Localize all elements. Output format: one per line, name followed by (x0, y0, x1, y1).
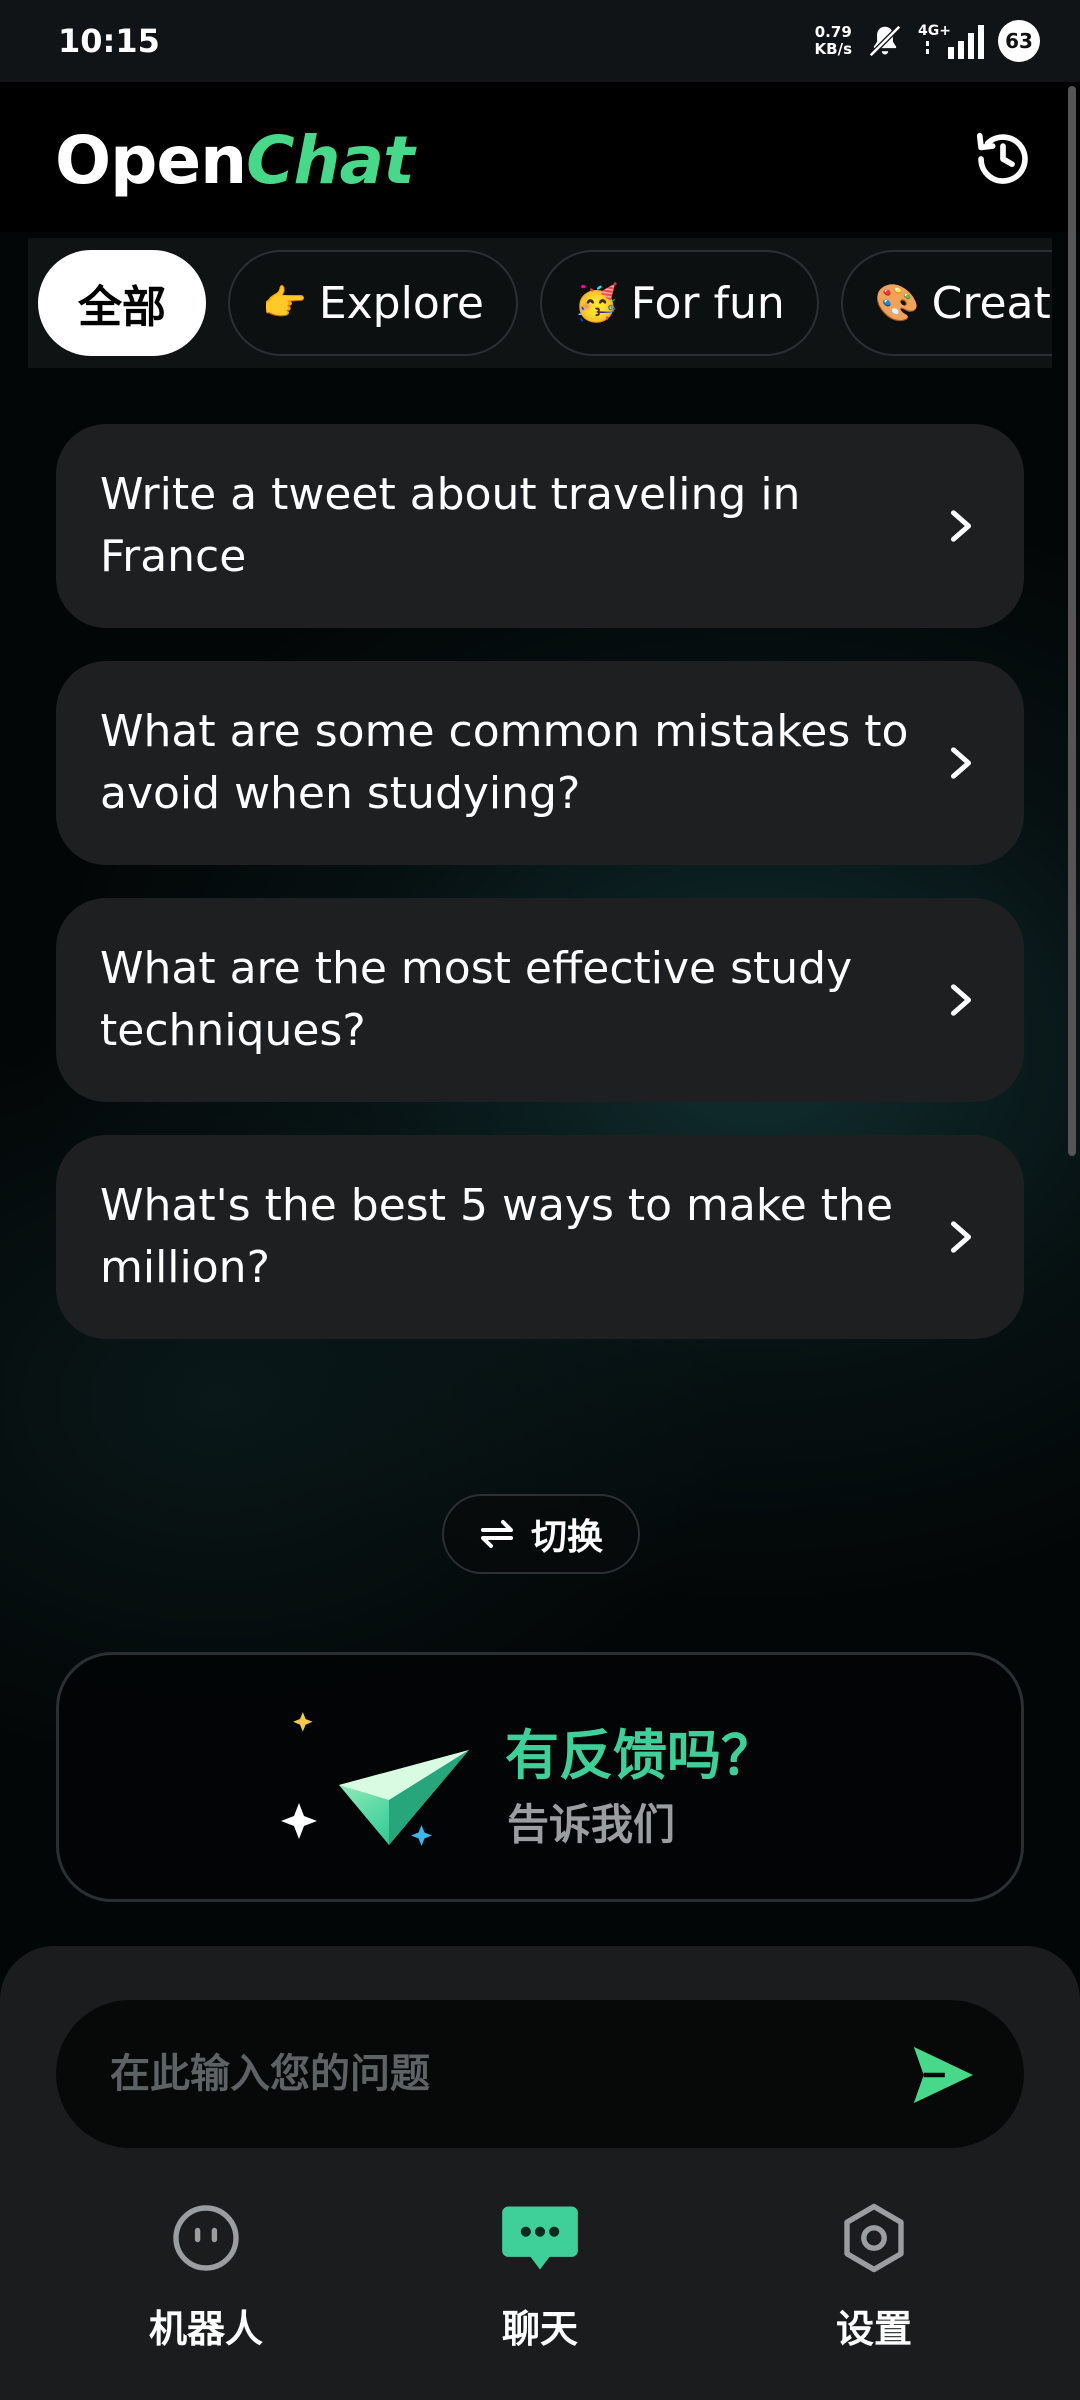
status-bar: 10:15 0.79 KB/s 4G+ 63 (0, 0, 1080, 82)
send-icon (913, 2046, 973, 2104)
switch-button[interactable]: 切换 (442, 1494, 640, 1574)
suggestion-text: What are the most effective study techni… (100, 943, 853, 1056)
logo-open: Open (55, 122, 247, 199)
suggestion-card[interactable]: What are the most effective study techni… (56, 898, 1024, 1102)
message-input-box (56, 2000, 1024, 2148)
chevron-right-icon (944, 509, 978, 543)
suggestion-list: Write a tweet about traveling in France … (56, 424, 1024, 1372)
suggestion-card[interactable]: What's the best 5 ways to make the milli… (56, 1135, 1024, 1339)
signal-icon: 4G+ (918, 21, 984, 61)
feedback-title: 有反馈吗？ (505, 1724, 775, 1787)
status-indicators: 0.79 KB/s 4G+ 63 (815, 20, 1040, 62)
network-speed-unit: KB/s (814, 40, 852, 58)
category-label: For fun (630, 277, 785, 329)
category-bar: 全部 👉 Explore 🥳 For fun 🎨 Creativ (28, 238, 1052, 368)
scrollbar[interactable] (1068, 86, 1076, 1156)
category-chip-all[interactable]: 全部 (38, 250, 206, 356)
battery-indicator: 63 (998, 20, 1040, 62)
network-speed: 0.79 KB/s (815, 24, 852, 58)
app-header: OpenChat (0, 82, 1080, 232)
suggestion-card[interactable]: Write a tweet about traveling in France (56, 424, 1024, 628)
chat-icon (498, 2196, 582, 2280)
history-button[interactable] (970, 126, 1036, 192)
chevron-right-icon (944, 983, 978, 1017)
chevron-right-icon (944, 1220, 978, 1254)
network-speed-value: 0.79 (814, 23, 852, 41)
category-chip-explore[interactable]: 👉 Explore (228, 250, 518, 356)
suggestion-text: What's the best 5 ways to make the milli… (100, 1180, 894, 1293)
nav-item-settings[interactable]: 设置 (774, 2196, 974, 2353)
logo-chat: Chat (246, 122, 415, 199)
nav-label: 聊天 (501, 2307, 578, 2351)
nav-label: 机器人 (148, 2307, 263, 2351)
status-time: 10:15 (58, 22, 160, 60)
bottom-panel: 机器人 聊天 (0, 1946, 1080, 2400)
nav-item-robot[interactable]: 机器人 (106, 2196, 306, 2353)
chevron-right-icon (944, 746, 978, 780)
nav-item-chat[interactable]: 聊天 (440, 2196, 640, 2353)
feedback-card[interactable]: 有反馈吗？ 告诉我们 (56, 1652, 1024, 1902)
category-label: Creativ (931, 277, 1052, 329)
app-logo: OpenChat (55, 122, 415, 199)
paper-plane-icon (281, 1712, 469, 1846)
robot-icon (164, 2196, 248, 2280)
settings-icon (832, 2196, 916, 2280)
feedback-subtitle: 告诉我们 (507, 1800, 676, 1849)
history-icon (976, 132, 1028, 184)
suggestion-text: Write a tweet about traveling in France (100, 469, 801, 582)
category-label: 全部 (78, 282, 166, 333)
palette-icon: 🎨 (874, 283, 920, 324)
suggestion-card[interactable]: What are some common mistakes to avoid w… (56, 661, 1024, 865)
nav-label: 设置 (835, 2307, 912, 2351)
bottom-nav: 机器人 聊天 设置 (0, 2196, 1080, 2386)
suggestion-text: What are some common mistakes to avoid w… (100, 706, 909, 819)
mute-bell-icon (866, 22, 904, 60)
category-chip-creative[interactable]: 🎨 Creativ (840, 250, 1052, 356)
category-label: Explore (318, 277, 484, 329)
send-button[interactable] (902, 2040, 982, 2110)
party-face-icon: 🥳 (573, 283, 619, 324)
swap-arrows-icon (480, 1520, 513, 1548)
message-input[interactable] (110, 2000, 890, 2148)
pointing-hand-icon: 👉 (262, 283, 307, 324)
switch-label: 切换 (530, 1517, 603, 1558)
category-chip-for-fun[interactable]: 🥳 For fun (539, 250, 819, 356)
network-type: 4G+ (918, 23, 951, 39)
app-screen: 10:15 0.79 KB/s 4G+ 63 OpenChat 全部 👉 Exp… (0, 0, 1080, 2400)
